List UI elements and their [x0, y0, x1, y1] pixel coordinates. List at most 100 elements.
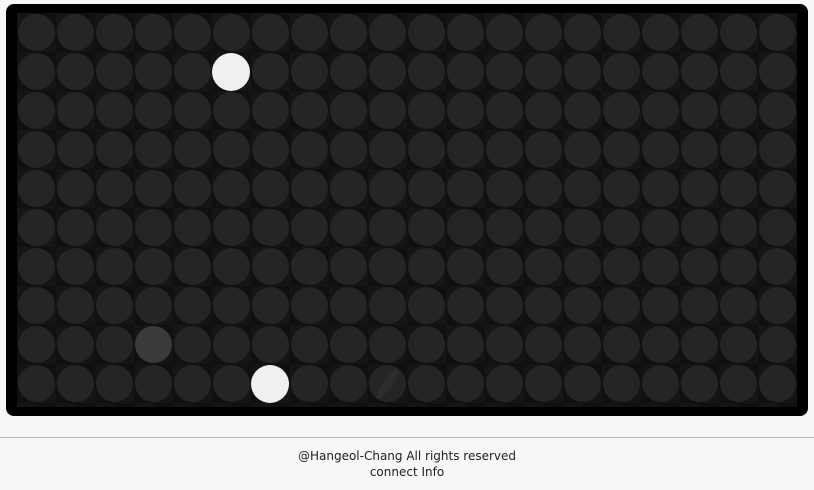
- board-cell[interactable]: [680, 326, 718, 363]
- board-cell[interactable]: [641, 248, 679, 285]
- board-cell[interactable]: [719, 365, 757, 402]
- board-cell[interactable]: [17, 209, 55, 246]
- board-cell[interactable]: [17, 365, 55, 402]
- board-cell[interactable]: [290, 53, 328, 90]
- board-cell[interactable]: [212, 287, 250, 324]
- board-cell[interactable]: [56, 209, 94, 246]
- board-cell[interactable]: [173, 365, 211, 402]
- board-cell[interactable]: [251, 14, 289, 51]
- board-cell[interactable]: [446, 14, 484, 51]
- board-cell[interactable]: [680, 209, 718, 246]
- board-cell[interactable]: [329, 287, 367, 324]
- board-cell[interactable]: [758, 131, 796, 168]
- board-cell[interactable]: [290, 131, 328, 168]
- board-cell[interactable]: [719, 209, 757, 246]
- board-cell[interactable]: [758, 248, 796, 285]
- board-cell[interactable]: [407, 209, 445, 246]
- board-cell[interactable]: [446, 287, 484, 324]
- board-cell[interactable]: [719, 287, 757, 324]
- board-cell[interactable]: [758, 92, 796, 129]
- board-cell[interactable]: [446, 248, 484, 285]
- board-cell[interactable]: [173, 92, 211, 129]
- board-cell[interactable]: [173, 53, 211, 90]
- board-cell[interactable]: [641, 287, 679, 324]
- board-cell[interactable]: [602, 53, 640, 90]
- board-cell[interactable]: [173, 14, 211, 51]
- board-cell[interactable]: [485, 53, 523, 90]
- board-cell[interactable]: [173, 170, 211, 207]
- board-cell[interactable]: [95, 53, 133, 90]
- board-cell[interactable]: [134, 209, 172, 246]
- board-cell[interactable]: [56, 365, 94, 402]
- board-cell[interactable]: [173, 287, 211, 324]
- board-cell[interactable]: [485, 209, 523, 246]
- board-cell[interactable]: [173, 326, 211, 363]
- board-cell[interactable]: [290, 365, 328, 402]
- board-cell[interactable]: [641, 92, 679, 129]
- board-cell[interactable]: [524, 287, 562, 324]
- game-board[interactable]: [17, 13, 797, 407]
- board-cell[interactable]: [758, 287, 796, 324]
- board-cell[interactable]: [251, 209, 289, 246]
- board-cell[interactable]: [407, 326, 445, 363]
- board-cell[interactable]: [251, 326, 289, 363]
- board-cell[interactable]: [368, 170, 406, 207]
- board-cell[interactable]: [212, 248, 250, 285]
- board-cell[interactable]: [329, 92, 367, 129]
- board-cell[interactable]: [602, 248, 640, 285]
- board-cell[interactable]: [641, 53, 679, 90]
- white-piece[interactable]: [251, 364, 289, 403]
- board-cell[interactable]: [212, 170, 250, 207]
- board-cell[interactable]: [251, 92, 289, 129]
- board-cell[interactable]: [407, 170, 445, 207]
- board-cell[interactable]: [719, 170, 757, 207]
- board-cell[interactable]: [56, 53, 94, 90]
- board-cell[interactable]: [758, 53, 796, 90]
- board-cell[interactable]: [407, 53, 445, 90]
- board-cell[interactable]: [329, 170, 367, 207]
- board-cell[interactable]: [758, 209, 796, 246]
- board-cell[interactable]: [173, 209, 211, 246]
- board-cell[interactable]: [719, 92, 757, 129]
- board-cell[interactable]: [290, 14, 328, 51]
- board-cell[interactable]: [719, 14, 757, 51]
- board-cell[interactable]: [95, 170, 133, 207]
- board-cell[interactable]: [134, 365, 172, 402]
- connect-info-link[interactable]: connect Info: [0, 464, 814, 480]
- board-cell[interactable]: [758, 365, 796, 402]
- board-cell[interactable]: [563, 287, 601, 324]
- board-cell[interactable]: [17, 287, 55, 324]
- board-cell[interactable]: [17, 170, 55, 207]
- board-cell[interactable]: [563, 248, 601, 285]
- board-cell[interactable]: [680, 287, 718, 324]
- board-cell[interactable]: [407, 131, 445, 168]
- board-cell[interactable]: [134, 14, 172, 51]
- board-cell[interactable]: [251, 287, 289, 324]
- board-cell[interactable]: [56, 170, 94, 207]
- board-cell[interactable]: [329, 326, 367, 363]
- board-cell[interactable]: [290, 170, 328, 207]
- board-cell[interactable]: [134, 287, 172, 324]
- board-cell[interactable]: [290, 92, 328, 129]
- board-cell[interactable]: [719, 326, 757, 363]
- board-cell[interactable]: [485, 287, 523, 324]
- board-cell[interactable]: [290, 326, 328, 363]
- board-cell[interactable]: [563, 131, 601, 168]
- board-cell[interactable]: [407, 248, 445, 285]
- board-cell[interactable]: [758, 14, 796, 51]
- board-cell[interactable]: [602, 131, 640, 168]
- board-cell[interactable]: [446, 365, 484, 402]
- board-cell[interactable]: [485, 131, 523, 168]
- board-cell[interactable]: [524, 92, 562, 129]
- board-cell[interactable]: [329, 209, 367, 246]
- board-cell[interactable]: [563, 170, 601, 207]
- board-cell[interactable]: [446, 326, 484, 363]
- board-cell[interactable]: [524, 131, 562, 168]
- board-cell[interactable]: [563, 326, 601, 363]
- board-cell[interactable]: [212, 326, 250, 363]
- board-cell[interactable]: [485, 92, 523, 129]
- board-cell[interactable]: [368, 287, 406, 324]
- board-cell[interactable]: [446, 131, 484, 168]
- board-cell[interactable]: [485, 248, 523, 285]
- board-cell[interactable]: [17, 53, 55, 90]
